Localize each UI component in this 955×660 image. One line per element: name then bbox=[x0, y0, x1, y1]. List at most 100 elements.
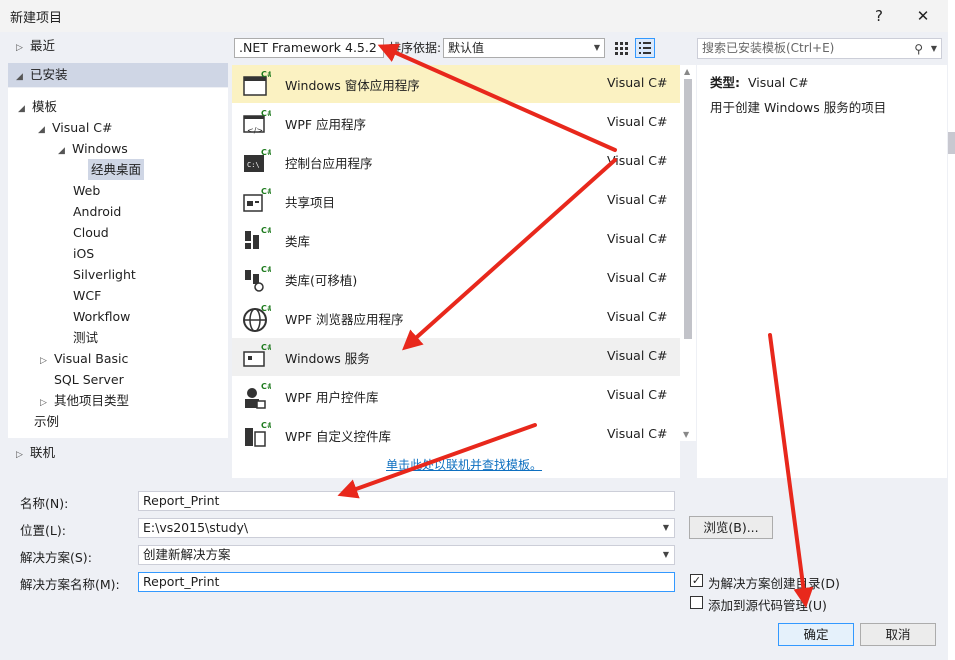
background-scrollbar bbox=[948, 132, 955, 154]
tree-item-workflow[interactable]: Workflow bbox=[73, 306, 130, 327]
ok-button[interactable]: 确定 bbox=[778, 623, 854, 646]
scroll-down-icon[interactable]: ▼ bbox=[683, 430, 689, 439]
list-view-icon[interactable] bbox=[635, 38, 655, 58]
location-label: 位置(L): bbox=[20, 523, 66, 538]
template-language: Visual C# bbox=[607, 270, 668, 285]
tree-item-windows[interactable]: ◢ Windows bbox=[58, 138, 128, 159]
source-control-label[interactable]: 添加到源代码管理(U) bbox=[708, 595, 827, 614]
online-templates-link[interactable]: 单击此处以联机并查找模板。 bbox=[386, 456, 542, 473]
template-row[interactable]: C# WPF 自定义控件库 Visual C# bbox=[232, 416, 680, 454]
template-name: WPF 应用程序 bbox=[285, 117, 367, 132]
template-language: Visual C# bbox=[607, 114, 668, 129]
svg-text:C#: C# bbox=[261, 343, 271, 352]
template-row[interactable]: C# WPF 用户控件库 Visual C# bbox=[232, 377, 680, 415]
solution-name-field[interactable]: Report_Print bbox=[138, 572, 675, 592]
location-field[interactable]: E:\vs2015\study\ ▼ bbox=[138, 518, 675, 538]
template-row[interactable]: C# Windows 服务 Visual C# bbox=[232, 338, 680, 376]
template-language: Visual C# bbox=[607, 387, 668, 402]
shared-project-icon: C# bbox=[241, 186, 274, 216]
window-edge bbox=[948, 0, 955, 660]
help-button[interactable]: ? bbox=[864, 4, 894, 28]
template-name: Windows 服务 bbox=[285, 351, 370, 366]
template-row[interactable]: C:\C# 控制台应用程序 Visual C# bbox=[232, 143, 680, 181]
solution-select[interactable]: 创建新解决方案 ▼ bbox=[138, 545, 675, 565]
template-row[interactable]: C# 共享项目 Visual C# bbox=[232, 182, 680, 220]
template-name: WPF 用户控件库 bbox=[285, 390, 379, 405]
tree-item-label: 其他项目类型 bbox=[54, 393, 130, 408]
framework-select[interactable]: .NET Framework 4.5.2 bbox=[234, 38, 384, 58]
chevron-down-icon[interactable]: ◢ bbox=[58, 141, 72, 162]
tree-item-samples[interactable]: 示例 bbox=[34, 411, 59, 432]
chevron-right-icon[interactable]: ▷ bbox=[16, 38, 30, 59]
template-row[interactable]: C# 类库 Visual C# bbox=[232, 221, 680, 259]
template-language: Visual C# bbox=[607, 192, 668, 207]
chevron-down-icon[interactable]: ◢ bbox=[18, 99, 32, 120]
tree-item-other-project-types[interactable]: ▷ 其他项目类型 bbox=[40, 390, 129, 411]
close-button[interactable]: ✕ bbox=[908, 4, 938, 28]
svg-text:C#: C# bbox=[261, 148, 271, 157]
portable-library-icon: C# bbox=[241, 264, 274, 294]
create-directory-label[interactable]: 为解决方案创建目录(D) bbox=[708, 573, 840, 592]
cancel-button[interactable]: 取消 bbox=[860, 623, 936, 646]
svg-text:C#: C# bbox=[261, 226, 271, 235]
template-name: WPF 浏览器应用程序 bbox=[285, 312, 404, 327]
tree-item-visual-csharp[interactable]: ◢ Visual C# bbox=[38, 117, 113, 138]
tree-item-sql-server[interactable]: SQL Server bbox=[54, 369, 124, 390]
chevron-down-icon[interactable]: ▼ bbox=[931, 39, 937, 58]
tree-item-label: 联机 bbox=[30, 445, 56, 460]
tree-item-installed[interactable]: ◢ 已安装 bbox=[16, 64, 68, 85]
tree-item-recent[interactable]: ▷ 最近 bbox=[16, 35, 55, 56]
svg-text:C:\: C:\ bbox=[247, 161, 260, 169]
template-name: Windows 窗体应用程序 bbox=[285, 78, 420, 93]
template-row[interactable]: </> C# WPF 应用程序 Visual C# bbox=[232, 104, 680, 142]
browse-button[interactable]: 浏览(B)... bbox=[689, 516, 773, 539]
tree-item-cloud[interactable]: Cloud bbox=[73, 222, 109, 243]
tree-item-classic-desktop[interactable]: 经典桌面 bbox=[88, 159, 145, 180]
tree-item-online[interactable]: ▷ 联机 bbox=[16, 442, 55, 463]
search-icon[interactable]: ⚲ bbox=[914, 40, 923, 59]
sort-select[interactable]: 默认值 ▼ bbox=[443, 38, 605, 58]
tree-item-visual-basic[interactable]: ▷ Visual Basic bbox=[40, 348, 128, 369]
template-row[interactable]: C# WPF 浏览器应用程序 Visual C# bbox=[232, 299, 680, 337]
chevron-down-icon[interactable]: ◢ bbox=[16, 67, 30, 88]
template-row[interactable]: C# 类库(可移植) Visual C# bbox=[232, 260, 680, 298]
scroll-up-icon[interactable]: ▲ bbox=[684, 67, 690, 76]
source-control-checkbox[interactable] bbox=[690, 596, 703, 609]
tree-item-ios[interactable]: iOS bbox=[73, 243, 94, 264]
chevron-down-icon[interactable]: ▼ bbox=[663, 519, 669, 537]
console-app-icon: C:\C# bbox=[241, 147, 274, 177]
svg-text:C#: C# bbox=[261, 265, 271, 274]
wpf-custom-control-icon: C# bbox=[241, 420, 274, 450]
tree-item-wcf[interactable]: WCF bbox=[73, 285, 101, 306]
sort-select-value: 默认值 bbox=[448, 41, 485, 55]
template-row[interactable]: C# Windows 窗体应用程序 Visual C# bbox=[232, 65, 680, 103]
tree-item-android[interactable]: Android bbox=[73, 201, 121, 222]
template-list: C# Windows 窗体应用程序 Visual C# </> C# WPF 应用程序 Vi… bbox=[232, 65, 680, 478]
tree-item-templates[interactable]: ◢ 模板 bbox=[18, 96, 57, 117]
wpf-app-icon: </> C# bbox=[241, 108, 274, 138]
template-language: Visual C# bbox=[607, 153, 668, 168]
svg-text:C#: C# bbox=[261, 70, 271, 79]
chevron-right-icon[interactable]: ▷ bbox=[40, 351, 54, 372]
template-list-scrollbar[interactable]: ▲ ▼ bbox=[680, 65, 696, 441]
create-directory-checkbox[interactable]: ✓ bbox=[690, 574, 703, 587]
tree-item-test[interactable]: 测试 bbox=[73, 327, 98, 348]
grid-view-icon[interactable] bbox=[611, 38, 631, 58]
scrollbar-thumb[interactable] bbox=[684, 79, 692, 339]
template-language: Visual C# bbox=[607, 309, 668, 324]
tree-item-silverlight[interactable]: Silverlight bbox=[73, 264, 136, 285]
tree-item-label: 模板 bbox=[32, 99, 58, 114]
chevron-down-icon[interactable]: ▼ bbox=[663, 546, 669, 564]
template-language: Visual C# bbox=[607, 348, 668, 363]
chevron-right-icon[interactable]: ▷ bbox=[16, 445, 30, 466]
svg-text:</>: </> bbox=[247, 126, 263, 135]
chevron-down-icon[interactable]: ◢ bbox=[38, 120, 52, 141]
svg-text:C#: C# bbox=[261, 304, 271, 313]
tree-item-web[interactable]: Web bbox=[73, 180, 100, 201]
name-field[interactable]: Report_Print bbox=[138, 491, 675, 511]
type-value: Visual C# bbox=[747, 75, 809, 90]
search-input[interactable]: 搜索已安装模板(Ctrl+E) ⚲ ▼ bbox=[697, 38, 942, 59]
template-name: 类库 bbox=[285, 234, 311, 249]
solution-name-label: 解决方案名称(M): bbox=[20, 577, 120, 592]
template-name: 共享项目 bbox=[285, 195, 336, 210]
